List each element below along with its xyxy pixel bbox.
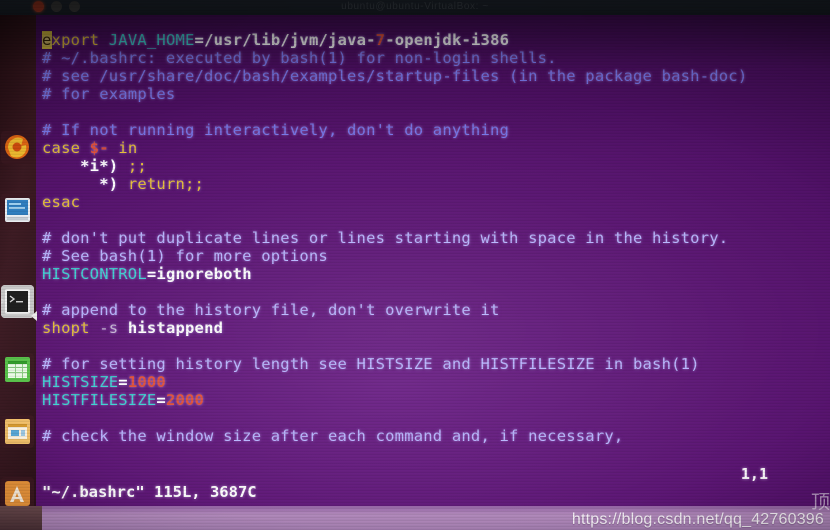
- terminal-line-segment: # append to the history file, don't over…: [42, 301, 500, 319]
- terminal-line-segment: *i*): [80, 157, 119, 175]
- terminal-line-segment: -openjdk-i386: [385, 31, 510, 49]
- libreoffice-impress-icon: [1, 415, 34, 448]
- terminal-line-segment: case: [42, 139, 90, 157]
- terminal-line-segment: $-: [89, 139, 109, 157]
- sidebar-item-files[interactable]: [1, 193, 34, 226]
- libreoffice-calc-icon: [1, 353, 34, 386]
- unity-launcher[interactable]: [0, 15, 37, 530]
- vim-cursor-position: 1,1: [740, 465, 768, 483]
- terminal-line-segment: esac: [42, 193, 81, 211]
- terminal-line-segment: ignoreboth: [156, 265, 252, 283]
- sidebar-item-libreoffice-calc[interactable]: [1, 353, 34, 386]
- terminal-line-segment: HISTSIZE: [42, 373, 119, 391]
- terminal-line-segment: xport: [51, 31, 109, 49]
- terminal-window[interactable]: export JAVA_HOME=/usr/lib/jvm/java-7-ope…: [36, 15, 830, 530]
- terminal-line-segment: # see /usr/share/doc/bash/examples/start…: [42, 67, 748, 85]
- terminal-line: # check the window size after each comma…: [42, 427, 624, 445]
- launcher-focused-arrow-icon: [31, 311, 37, 321]
- terminal-line-segment: 2000: [165, 391, 205, 409]
- window-title: ubuntu@ubuntu-VirtualBox: ~: [341, 1, 489, 12]
- terminal-line-segment: e: [42, 31, 52, 49]
- sidebar-item-firefox[interactable]: [1, 131, 34, 164]
- terminal-line: # for examples: [42, 85, 176, 103]
- terminal-line-segment: ;;: [118, 157, 147, 175]
- terminal-line-segment: histappend: [127, 319, 224, 337]
- terminal-line-segment: -s: [99, 319, 128, 337]
- terminal-line: HISTFILESIZE=2000: [42, 391, 205, 409]
- terminal-line-segment: *): [99, 175, 119, 193]
- firefox-icon: [1, 131, 34, 164]
- terminal-line-segment: # don't put duplicate lines or lines sta…: [42, 229, 729, 247]
- terminal-line: shopt -s histappend: [42, 319, 224, 337]
- terminal-line-segment: 7: [375, 31, 386, 49]
- terminal-line: HISTSIZE=1000: [42, 373, 166, 391]
- files-icon: [1, 193, 34, 226]
- terminal-line: # See bash(1) for more options: [42, 247, 328, 265]
- terminal-line-segment: 1000: [127, 373, 166, 391]
- terminal-line-segment: =: [118, 373, 128, 391]
- terminal-line-segment: =: [194, 31, 205, 49]
- terminal-line: # for setting history length see HISTSIZ…: [42, 355, 700, 373]
- terminal-line-segment: /usr/lib/jvm/java-: [204, 31, 376, 49]
- terminal-line-segment: # If not running interactively, don't do…: [42, 121, 510, 139]
- terminal-line: HISTCONTROL=ignoreboth: [42, 265, 252, 283]
- terminal-line: *) return;;: [42, 175, 205, 193]
- terminal-text-area[interactable]: export JAVA_HOME=/usr/lib/jvm/java-7-ope…: [36, 15, 830, 530]
- window-titlebar[interactable]: ubuntu@ubuntu-VirtualBox: ~: [0, 0, 830, 15]
- terminal-line-segment: return;;: [118, 175, 205, 193]
- terminal-line: # If not running interactively, don't do…: [42, 121, 510, 139]
- terminal-line: # ~/.bashrc: executed by bash(1) for non…: [42, 49, 557, 67]
- terminal-line-segment: =: [146, 265, 157, 283]
- watermark-corner-mark: 顶: [810, 491, 830, 513]
- watermark-url: https://blog.csdn.net/qq_42760396: [571, 511, 824, 528]
- terminal-icon: [1, 285, 34, 318]
- sidebar-item-terminal[interactable]: [1, 285, 34, 318]
- terminal-line: export JAVA_HOME=/usr/lib/jvm/java-7-ope…: [42, 31, 510, 49]
- terminal-line-segment: # for setting history length see HISTSIZ…: [42, 355, 700, 373]
- terminal-line: # see /usr/share/doc/bash/examples/start…: [42, 67, 748, 85]
- terminal-line-segment: in: [108, 139, 138, 157]
- sidebar-item-libreoffice-impress[interactable]: [1, 415, 34, 448]
- terminal-line: case $- in: [42, 139, 138, 157]
- terminal-line-segment: HISTFILESIZE: [42, 391, 157, 409]
- terminal-line-segment: # check the window size after each comma…: [42, 427, 624, 445]
- vim-status-line: "~/.bashrc" 115L, 3687C: [42, 483, 257, 501]
- terminal-line-segment: [42, 175, 99, 193]
- terminal-line: # append to the history file, don't over…: [42, 301, 500, 319]
- terminal-line-segment: # ~/.bashrc: executed by bash(1) for non…: [42, 49, 557, 67]
- monitor-bezel-left: [0, 506, 42, 530]
- terminal-line-segment: # for examples: [42, 85, 176, 103]
- launcher-running-pip: [1, 297, 5, 305]
- terminal-line-segment: HISTCONTROL: [42, 265, 147, 283]
- terminal-line: esac: [42, 193, 81, 211]
- terminal-line: # don't put duplicate lines or lines sta…: [42, 229, 729, 247]
- terminal-line-segment: # See bash(1) for more options: [42, 247, 328, 265]
- screen: export JAVA_HOME=/usr/lib/jvm/java-7-ope…: [0, 0, 830, 530]
- terminal-line: *i*) ;;: [42, 157, 147, 175]
- terminal-line-segment: shopt: [42, 319, 100, 337]
- terminal-line-segment: JAVA_HOME: [108, 31, 195, 49]
- terminal-line-segment: [42, 157, 80, 175]
- terminal-line-segment: =: [156, 391, 166, 409]
